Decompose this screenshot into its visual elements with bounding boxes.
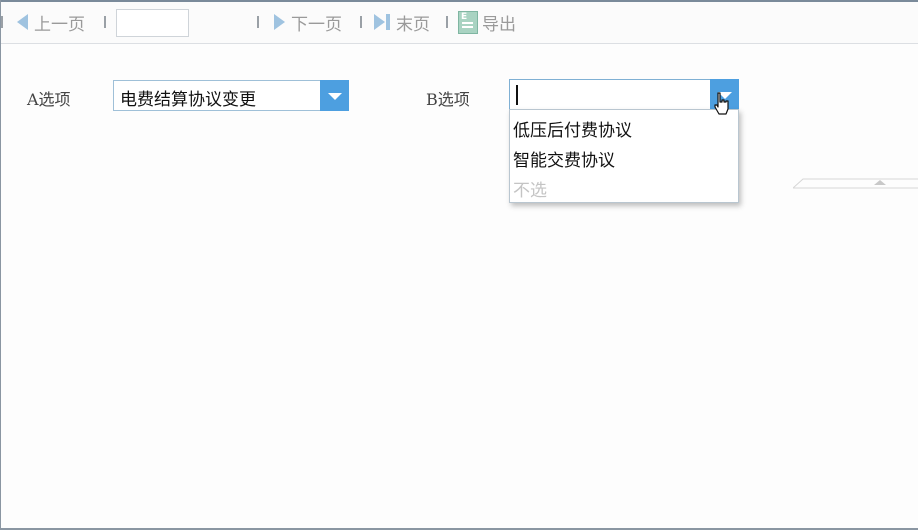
toolbar-separator [446,16,448,28]
next-page-label: 下一页 [291,14,342,35]
next-page-button[interactable]: 下一页 [274,11,342,35]
b-option-label: B选项 [426,90,470,109]
collapse-handle[interactable] [793,178,918,189]
b-option-combobox[interactable] [509,79,739,110]
a-option-label: A选项 [27,90,71,109]
arrow-left-icon [17,14,28,30]
a-option-dropdown-button[interactable] [320,80,349,111]
toolbar-separator [360,16,362,28]
prev-page-button[interactable]: 上一页 [17,11,85,35]
text-caret [516,85,518,105]
a-option-value: 电费结算协议变更 [120,90,256,110]
report-toolbar: 上一页 下一页 末页 E 导出 [1,2,918,44]
a-option-combobox[interactable]: 电费结算协议变更 [113,80,349,111]
arrow-right-icon [274,14,285,30]
page-number-input[interactable] [116,9,189,37]
dropdown-option-none[interactable]: 不选 [513,176,547,201]
export-icon: E [458,10,478,34]
toolbar-separator [1,16,3,28]
collapse-arrow-icon [874,180,886,185]
toolbar-separator [104,16,106,28]
hand-pointer-icon [714,92,729,115]
export-label: 导出 [482,14,516,35]
last-page-label: 末页 [396,14,430,35]
last-page-button[interactable]: 末页 [374,11,430,35]
dropdown-option[interactable]: 智能交费协议 [513,146,615,171]
prev-page-label: 上一页 [34,14,85,35]
dropdown-option[interactable]: 低压后付费协议 [513,116,632,141]
b-option-dropdown-list: 低压后付费协议 智能交费协议 不选 [509,109,739,203]
last-page-icon [374,14,390,30]
toolbar-separator [257,16,259,28]
export-button[interactable]: E 导出 [458,10,516,35]
window-left-border [0,0,1,530]
